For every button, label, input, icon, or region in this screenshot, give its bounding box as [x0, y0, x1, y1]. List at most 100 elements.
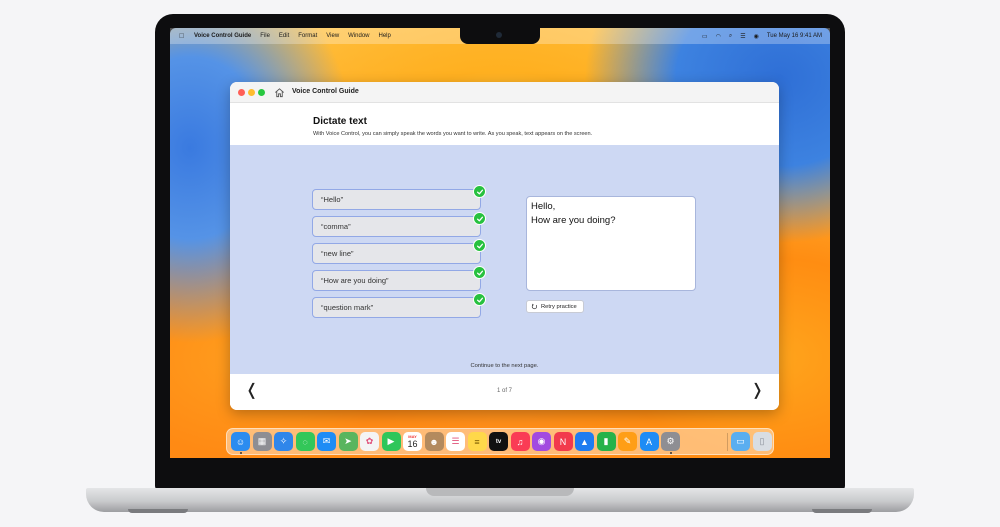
running-indicator [669, 452, 672, 454]
tv-label: tv [495, 438, 502, 445]
laptop-opening-lip [426, 488, 574, 496]
next-page-button[interactable]: ❭ [751, 382, 764, 400]
system-settings-icon[interactable]: ⚙ [661, 432, 680, 451]
phrase-label: “Hello” [321, 195, 344, 204]
app-glyph: N [559, 436, 567, 447]
menu-extras: ▭ ◠ ⌕ ☰ ◉ Tue May 16 9:41 AM [702, 28, 822, 44]
calendar-icon[interactable]: MAY 16 [403, 432, 422, 451]
battery-icon[interactable]: ▭ [702, 33, 708, 40]
page-title: Dictate text [313, 116, 367, 127]
app-glyph: ✎ [623, 436, 632, 446]
zoom-button[interactable] [258, 89, 265, 96]
podcasts-icon[interactable]: ◉ [532, 432, 551, 451]
dock: ☺ ▦ ✧ ◌ ✉ ➤ ✿ ▶ MAY 16 ☻ ☰ ≡ tv ♫ ◉ N ▲ ▮ ✎ A ⚙ ▭ ▯ [226, 428, 774, 455]
window-title: Voice Control Guide [292, 88, 359, 95]
phrase-card: “question mark” [312, 293, 486, 318]
phrase-card: “comma” [312, 212, 486, 237]
numbers-icon[interactable]: ▮ [596, 432, 616, 451]
notes-icon[interactable]: ≡ [467, 432, 487, 451]
launchpad-icon[interactable]: ▦ [252, 432, 272, 451]
trash-icon[interactable]: ▯ [752, 432, 772, 451]
facetime-icon[interactable]: ▶ [381, 432, 401, 451]
app-glyph: ◌ [302, 436, 308, 447]
voice-control-guide-window: Voice Control Guide Dictate text With Vo… [230, 82, 779, 410]
contacts-icon[interactable]: ☻ [424, 432, 444, 451]
laptop-foot [812, 509, 872, 513]
wifi-icon[interactable]: ◠ [716, 33, 721, 40]
page-navigation: ❬ 1 of 7 ❭ [230, 374, 779, 410]
app-glyph: ▮ [603, 436, 609, 446]
laptop-base [86, 488, 914, 512]
pages-icon[interactable]: ✎ [618, 432, 637, 451]
music-icon[interactable]: ♫ [510, 432, 530, 451]
phrase-label: “comma” [321, 222, 351, 231]
app-glyph: ⚙ [666, 436, 675, 446]
retry-practice-button[interactable]: Retry practice [526, 300, 584, 313]
menu-view[interactable]: View [326, 33, 339, 39]
photos-icon[interactable]: ✿ [360, 432, 379, 451]
practice-area: “Hello” “comma” “new line” “How are you … [230, 145, 779, 374]
calendar-day-label: 16 [407, 439, 418, 449]
checkmark-icon [473, 239, 486, 252]
keynote-icon[interactable]: ▲ [575, 432, 594, 451]
window-titlebar[interactable]: Voice Control Guide [230, 82, 779, 103]
dictated-line: How are you doing? [531, 215, 616, 226]
app-glyph: ✿ [365, 436, 374, 446]
dictation-text-area[interactable]: Hello, How are you doing? [526, 196, 696, 291]
safari-icon[interactable]: ✧ [274, 432, 293, 451]
app-glyph: ▭ [736, 436, 745, 446]
app-glyph: ♫ [516, 436, 524, 447]
reminders-icon[interactable]: ☰ [446, 432, 465, 451]
downloads-folder-icon[interactable]: ▭ [731, 432, 750, 451]
app-glyph: ▲ [580, 436, 589, 447]
news-icon[interactable]: N [553, 432, 573, 451]
app-glyph: ▶ [387, 436, 395, 446]
retry-icon [531, 303, 538, 310]
menu-file[interactable]: File [260, 33, 270, 39]
app-glyph: A [645, 436, 652, 447]
siri-icon[interactable]: ◉ [754, 33, 759, 40]
page-description: With Voice Control, you can simply speak… [313, 131, 593, 137]
phrase-card: “new line” [312, 239, 486, 264]
checkmark-icon [473, 185, 486, 198]
menu-clock[interactable]: Tue May 16 9:41 AM [767, 33, 822, 39]
dock-separator [727, 433, 728, 451]
retry-practice-label: Retry practice [541, 303, 577, 310]
apple-menu-icon[interactable]:  [179, 33, 186, 40]
messages-icon[interactable]: ◌ [295, 432, 315, 451]
app-store-icon[interactable]: A [639, 432, 659, 451]
menu-format[interactable]: Format [298, 33, 317, 39]
camera-notch [460, 28, 540, 44]
phrase-label: “new line” [321, 249, 354, 258]
finder-icon[interactable]: ☺ [231, 432, 250, 451]
menu-help[interactable]: Help [379, 33, 391, 39]
maps-icon[interactable]: ➤ [338, 432, 358, 451]
menu-edit[interactable]: Edit [279, 33, 289, 39]
app-glyph: ➤ [344, 436, 352, 446]
phrase-label: “question mark” [321, 303, 374, 312]
minimize-button[interactable] [248, 89, 255, 96]
app-glyph: ☰ [451, 436, 460, 446]
laptop-foot [128, 509, 188, 513]
search-icon[interactable]: ⌕ [729, 33, 732, 40]
running-indicator [239, 452, 242, 454]
phrase-card: “How are you doing” [312, 266, 486, 291]
dictated-line: Hello, [531, 201, 556, 212]
home-icon[interactable] [274, 87, 285, 98]
camera-icon [496, 32, 502, 38]
phrase-label: “How are you doing” [321, 276, 389, 285]
laptop-mockup:  Voice Control Guide File Edit Format V… [0, 0, 1000, 527]
checkmark-icon [473, 293, 486, 306]
page-indicator: 1 of 7 [496, 388, 512, 394]
close-button[interactable] [238, 89, 245, 96]
app-glyph: ▯ [759, 436, 765, 446]
mail-icon[interactable]: ✉ [317, 432, 336, 451]
tv-icon[interactable]: tv [489, 432, 508, 451]
app-glyph: ≡ [474, 436, 480, 447]
checkmark-icon [473, 266, 486, 279]
continue-instruction: Continue to the next page. [470, 363, 539, 369]
control-center-icon[interactable]: ☰ [740, 33, 745, 40]
app-glyph: ☻ [429, 436, 439, 447]
menu-window[interactable]: Window [348, 33, 369, 39]
menu-app-name[interactable]: Voice Control Guide [194, 33, 251, 39]
